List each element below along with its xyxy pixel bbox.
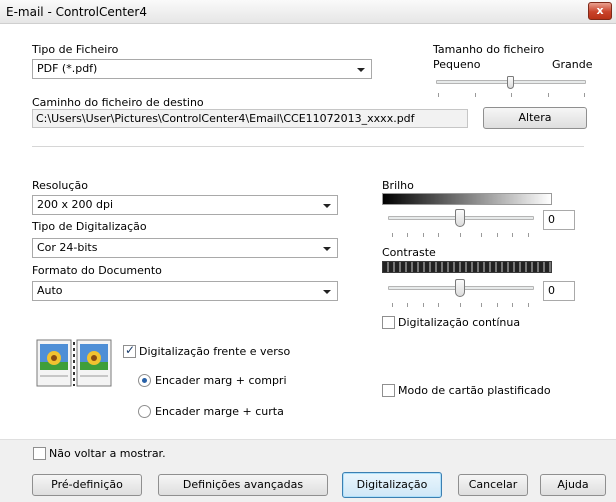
tick — [475, 93, 476, 97]
document-format-value: Auto — [37, 284, 63, 297]
chevron-down-icon — [323, 290, 331, 294]
resolution-select[interactable]: 200 x 200 dpi — [32, 195, 338, 215]
duplex-book-icon — [36, 339, 112, 387]
preset-button[interactable]: Pré-definição — [32, 474, 142, 496]
tick — [423, 233, 424, 237]
tick — [392, 233, 393, 237]
chevron-down-icon — [323, 247, 331, 251]
resolution-value: 200 x 200 dpi — [37, 198, 114, 211]
tick — [423, 303, 424, 307]
resolution-label: Resolução — [32, 179, 88, 192]
close-button[interactable]: x — [588, 2, 612, 20]
brightness-value: 0 — [548, 213, 555, 226]
help-button[interactable]: Ajuda — [540, 474, 606, 496]
scan-type-select[interactable]: Cor 24-bits — [32, 238, 338, 258]
tick — [512, 233, 513, 237]
tick — [407, 303, 408, 307]
destination-path-field[interactable]: C:\Users\User\Pictures\ControlCenter4\Em… — [32, 109, 468, 128]
scan-type-value: Cor 24-bits — [37, 241, 98, 254]
tick — [528, 233, 529, 237]
tick — [512, 303, 513, 307]
tick — [497, 233, 498, 237]
window-title: E-mail - ControlCenter4 — [6, 5, 147, 19]
tick — [407, 233, 408, 237]
tick — [460, 303, 461, 307]
close-icon: x — [596, 4, 604, 17]
file-size-label: Tamanho do ficheiro — [433, 43, 545, 56]
file-type-value: PDF (*.pdf) — [37, 62, 98, 75]
plastic-card-checkbox[interactable] — [382, 384, 395, 397]
email-dialog: E-mail - ControlCenter4 x Tipo de Fichei… — [0, 0, 616, 502]
brightness-thumb[interactable] — [455, 209, 465, 227]
brightness-label: Brilho — [382, 179, 414, 192]
file-size-min-label: Pequeno — [433, 58, 481, 71]
document-format-label: Formato do Documento — [32, 264, 162, 277]
plastic-card-label: Modo de cartão plastificado — [398, 384, 551, 397]
continuous-scan-checkbox[interactable] — [382, 316, 395, 329]
document-format-select[interactable]: Auto — [32, 281, 338, 301]
dont-show-label: Não voltar a mostrar. — [49, 447, 166, 460]
change-path-button[interactable]: Altera — [483, 107, 587, 129]
tick — [460, 233, 461, 237]
tick — [438, 303, 439, 307]
tick — [511, 93, 512, 97]
brightness-gradient — [382, 193, 552, 205]
divider — [32, 146, 584, 147]
tick — [528, 303, 529, 307]
tick — [481, 233, 482, 237]
continuous-scan-label: Digitalização contínua — [398, 316, 521, 329]
tick — [497, 303, 498, 307]
chevron-down-icon — [323, 204, 331, 208]
long-edge-label: Encader marg + compri — [155, 374, 287, 387]
contrast-value: 0 — [548, 284, 555, 297]
dont-show-checkbox[interactable] — [33, 447, 46, 460]
file-type-select[interactable]: PDF (*.pdf) — [32, 59, 372, 79]
cancel-button[interactable]: Cancelar — [458, 474, 528, 496]
title-bar: E-mail - ControlCenter4 x — [0, 0, 616, 24]
short-edge-label: Encader marge + curta — [155, 405, 284, 418]
contrast-value-field[interactable]: 0 — [543, 281, 575, 301]
destination-path-value: C:\Users\User\Pictures\ControlCenter4\Em… — [36, 112, 415, 125]
contrast-thumb[interactable] — [455, 279, 465, 297]
brightness-value-field[interactable]: 0 — [543, 210, 575, 230]
chevron-down-icon — [357, 68, 365, 72]
tick — [584, 93, 585, 97]
tick — [392, 303, 393, 307]
tick — [481, 303, 482, 307]
long-edge-radio[interactable] — [138, 374, 151, 387]
file-type-label: Tipo de Ficheiro — [32, 43, 119, 56]
short-edge-radio[interactable] — [138, 405, 151, 418]
scan-button[interactable]: Digitalização — [342, 472, 442, 498]
advanced-settings-button[interactable]: Definições avançadas — [158, 474, 328, 496]
destination-label: Caminho do ficheiro de destino — [32, 96, 204, 109]
duplex-label: Digitalização frente e verso — [139, 345, 291, 358]
tick — [438, 233, 439, 237]
duplex-checkbox[interactable] — [123, 343, 136, 358]
tick — [548, 93, 549, 97]
tick — [438, 93, 439, 97]
scan-type-label: Tipo de Digitalização — [32, 220, 147, 233]
contrast-pattern — [382, 261, 552, 273]
file-size-thumb[interactable] — [507, 76, 514, 89]
contrast-label: Contraste — [382, 246, 436, 259]
file-size-max-label: Grande — [552, 58, 593, 71]
